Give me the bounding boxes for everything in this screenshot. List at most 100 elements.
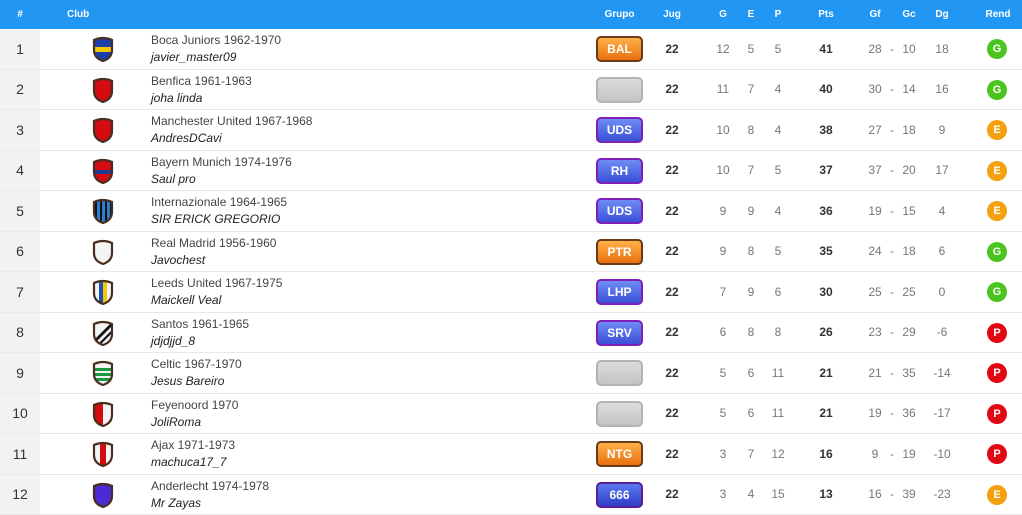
header-dg[interactable]: Dg (927, 0, 957, 29)
manager-name[interactable]: javier_master09 (151, 50, 236, 64)
stat-dg: 17 (927, 151, 957, 191)
header-gc[interactable]: Gc (894, 0, 924, 29)
stat-jug: 22 (657, 232, 687, 272)
header-gf[interactable]: Gf (860, 0, 890, 29)
performance-badge: P (987, 444, 1007, 464)
row-position: 2 (0, 70, 40, 110)
table-row[interactable]: 11Ajax 1971-1973machuca17_7NTG223712169-… (0, 434, 1022, 475)
stat-pts: 41 (811, 29, 841, 69)
table-row[interactable]: 3Manchester United 1967-1968AndresDCaviU… (0, 110, 1022, 151)
stat-e: 4 (736, 475, 766, 515)
header-rend[interactable]: Rend (983, 0, 1013, 29)
performance-badge: E (987, 485, 1007, 505)
stat-jug: 22 (657, 434, 687, 474)
club-name[interactable]: Santos 1961-1965 (151, 317, 249, 331)
table-row[interactable]: 1 Boca Juniors 1962-1970 javier_master09 BA… (0, 29, 1022, 70)
table-body: 1 Boca Juniors 1962-1970 javier_master09 BA… (0, 29, 1022, 515)
manager-name[interactable]: SIR ERICK GREGORIO (151, 212, 280, 226)
group-badge[interactable] (596, 77, 643, 103)
performance-badge: G (987, 80, 1007, 100)
table-row[interactable]: 7Leeds United 1967-1975Maickell VealLHP2… (0, 272, 1022, 313)
header-pts[interactable]: Pts (811, 0, 841, 29)
club-name[interactable]: Celtic 1967-1970 (151, 357, 242, 371)
stat-dg: -14 (927, 353, 957, 393)
stat-e: 6 (736, 353, 766, 393)
stat-g: 6 (708, 313, 738, 353)
table-row[interactable]: 5Internazionale 1964-1965SIR ERICK GREGO… (0, 191, 1022, 232)
club-name[interactable]: Anderlecht 1974-1978 (151, 479, 269, 493)
manager-name[interactable]: Mr Zayas (151, 496, 201, 510)
stat-dg: 6 (927, 232, 957, 272)
manager-name[interactable]: AndresDCavi (151, 131, 222, 145)
header-grupo[interactable]: Grupo (596, 0, 643, 29)
table-row[interactable]: 2Benfica 1961-1963joha linda2211744030-1… (0, 70, 1022, 111)
stat-gc: 18 (894, 232, 924, 272)
group-badge[interactable]: SRV (596, 320, 643, 346)
stat-dg: 4 (927, 191, 957, 231)
stat-g: 5 (708, 353, 738, 393)
manager-name[interactable]: Saul pro (151, 172, 196, 186)
club-crest-icon (90, 158, 116, 184)
club-name[interactable]: Manchester United 1967-1968 (151, 114, 312, 128)
stat-pts: 21 (811, 353, 841, 393)
header-club[interactable]: Club (67, 0, 89, 29)
club-name[interactable]: Bayern Munich 1974-1976 (151, 155, 292, 169)
stat-p: 4 (763, 110, 793, 150)
stat-dg: 0 (927, 272, 957, 312)
manager-name[interactable]: machuca17_7 (151, 455, 226, 469)
group-badge[interactable]: UDS (596, 198, 643, 224)
table-row[interactable]: 8Santos 1961-1965jdjdjjd_8SRV226882623-2… (0, 313, 1022, 354)
group-badge[interactable]: NTG (596, 441, 643, 467)
header-g[interactable]: G (708, 0, 738, 29)
club-name[interactable]: Ajax 1971-1973 (151, 438, 235, 452)
stat-p: 6 (763, 272, 793, 312)
club-crest-icon (90, 198, 116, 224)
club-name[interactable]: Boca Juniors 1962-1970 (151, 33, 281, 47)
group-badge[interactable] (596, 401, 643, 427)
stat-gc: 25 (894, 272, 924, 312)
stat-dg: -6 (927, 313, 957, 353)
manager-name[interactable]: Maickell Veal (151, 293, 221, 307)
header-e[interactable]: E (736, 0, 766, 29)
club-crest-icon (90, 117, 116, 143)
group-badge[interactable]: BAL (596, 36, 643, 62)
stat-e: 9 (736, 191, 766, 231)
stat-g: 9 (708, 191, 738, 231)
manager-name[interactable]: Javochest (151, 253, 205, 267)
club-name[interactable]: Feyenoord 1970 (151, 398, 238, 412)
table-row[interactable]: 4Bayern Munich 1974-1976Saul proRH221075… (0, 151, 1022, 192)
group-badge[interactable]: 666 (596, 482, 643, 508)
club-name[interactable]: Real Madrid 1956-1960 (151, 236, 276, 250)
group-badge[interactable]: PTR (596, 239, 643, 265)
group-badge[interactable]: UDS (596, 117, 643, 143)
table-row[interactable]: 9Celtic 1967-1970Jesus Bareiro2256112121… (0, 353, 1022, 394)
stat-e: 7 (736, 434, 766, 474)
manager-name[interactable]: joha linda (151, 91, 202, 105)
stat-g: 10 (708, 110, 738, 150)
club-name[interactable]: Benfica 1961-1963 (151, 74, 252, 88)
group-badge[interactable]: LHP (596, 279, 643, 305)
stat-pts: 37 (811, 151, 841, 191)
club-name[interactable]: Internazionale 1964-1965 (151, 195, 287, 209)
manager-name[interactable]: Jesus Bareiro (151, 374, 224, 388)
group-badge[interactable] (596, 360, 643, 386)
manager-name[interactable]: jdjdjjd_8 (151, 334, 195, 348)
stat-e: 8 (736, 110, 766, 150)
group-badge[interactable]: RH (596, 158, 643, 184)
table-row[interactable]: 12Anderlecht 1974-1978Mr Zayas6662234151… (0, 475, 1022, 515)
header-jug[interactable]: Jug (657, 0, 687, 29)
stat-g: 9 (708, 232, 738, 272)
stat-e: 7 (736, 70, 766, 110)
header-p[interactable]: P (763, 0, 793, 29)
table-row[interactable]: 10Feyenoord 1970JoliRoma2256112119-36-17… (0, 394, 1022, 435)
table-row[interactable]: 6Real Madrid 1956-1960JavochestPTR229853… (0, 232, 1022, 273)
row-position: 1 (0, 29, 40, 69)
stat-p: 8 (763, 313, 793, 353)
stat-gc: 19 (894, 434, 924, 474)
manager-name[interactable]: JoliRoma (151, 415, 201, 429)
stat-gc: 20 (894, 151, 924, 191)
stat-e: 9 (736, 272, 766, 312)
stat-jug: 22 (657, 272, 687, 312)
club-name[interactable]: Leeds United 1967-1975 (151, 276, 282, 290)
row-position: 4 (0, 151, 40, 191)
